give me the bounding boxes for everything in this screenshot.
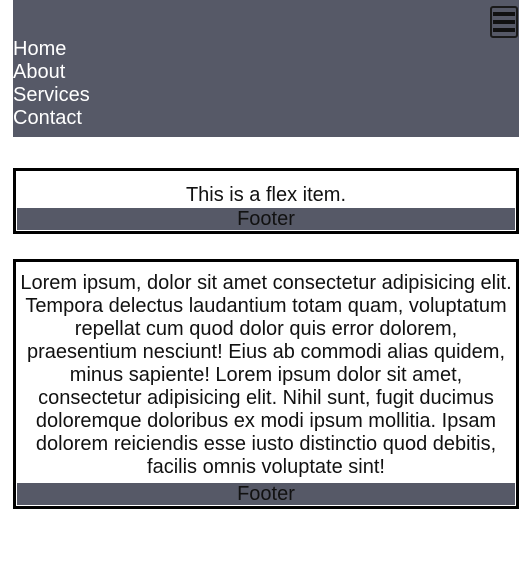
flex-card-short: This is a flex item. Footer bbox=[13, 168, 519, 234]
menu-bar-top bbox=[493, 12, 515, 16]
nav-link-about[interactable]: About bbox=[13, 61, 65, 83]
card-footer: Footer bbox=[17, 208, 515, 230]
nav-item-home: Home bbox=[13, 38, 90, 61]
nav-item-about: About bbox=[13, 61, 90, 84]
card-text: Lorem ipsum, dolor sit amet consectetur … bbox=[20, 271, 512, 478]
menu-bar-bottom bbox=[493, 28, 515, 32]
hamburger-menu-icon[interactable] bbox=[490, 6, 518, 38]
nav-link-home[interactable]: Home bbox=[13, 38, 66, 60]
menu-bar-middle bbox=[493, 20, 515, 24]
flex-card-long: Lorem ipsum, dolor sit amet consectetur … bbox=[13, 259, 519, 509]
card-footer: Footer bbox=[17, 483, 515, 505]
nav-links: Home About Services Contact bbox=[13, 38, 90, 130]
nav-item-contact: Contact bbox=[13, 107, 90, 130]
nav-link-contact[interactable]: Contact bbox=[13, 107, 82, 129]
nav-link-services[interactable]: Services bbox=[13, 84, 90, 106]
card-text: This is a flex item. bbox=[185, 184, 347, 206]
nav-item-services: Services bbox=[13, 84, 90, 107]
top-navbar: Home About Services Contact bbox=[13, 0, 519, 137]
